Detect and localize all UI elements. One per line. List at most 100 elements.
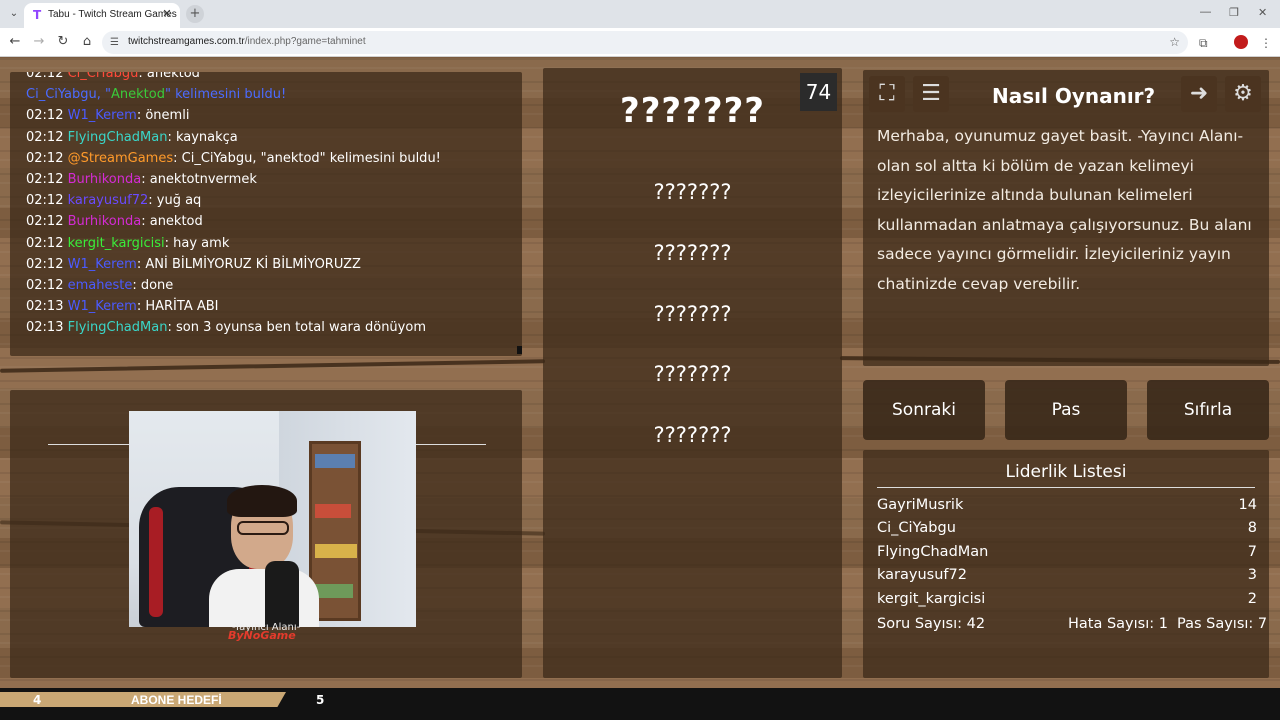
forward-icon[interactable]: → <box>31 34 47 50</box>
profile-avatar-icon[interactable] <box>1234 35 1248 49</box>
exit-icon[interactable]: ➜ <box>1181 76 1217 112</box>
chat-timestamp: 02:12 <box>26 193 64 209</box>
url-bar[interactable]: ☰ twitchstreamgames.com.tr/index.php?gam… <box>102 31 1188 54</box>
taboo-word: ??????? <box>653 362 732 386</box>
site-info-icon[interactable]: ☰ <box>110 36 123 49</box>
back-icon[interactable]: ← <box>7 34 23 50</box>
chat-message: Ci_CiYabgu, "Anektod" kelimesini buldu! <box>26 87 286 102</box>
reset-button[interactable]: Sıfırla <box>1147 380 1269 440</box>
leaderboard-row: kergit_kargicisi 2 <box>877 591 1257 607</box>
chat-username[interactable]: @StreamGames <box>68 151 174 166</box>
browser-tab-strip: ⌄ T Tabu - Twitch Stream Games ✕ + — ❐ ✕ <box>0 0 1280 28</box>
chat-timestamp: 02:12 <box>26 172 64 187</box>
player-name: kergit_kargicisi <box>877 591 986 607</box>
chat-timestamp: 02:13 <box>26 299 64 315</box>
secret-word: ??????? <box>619 91 766 131</box>
cam-microphone <box>265 561 299 627</box>
reload-icon[interactable]: ↻ <box>55 34 71 50</box>
chat-username[interactable]: Ci_CiYabgu <box>68 72 139 81</box>
player-name: FlyingChadMan <box>877 544 989 560</box>
chat-timestamp: 02:12 <box>26 150 64 166</box>
divider <box>416 444 486 445</box>
chat-timestamp: 02:12 <box>26 256 64 272</box>
cam-streamer <box>209 485 319 627</box>
fullscreen-icon[interactable]: ⛶ <box>869 76 905 112</box>
chat-message: 02:12 W1_Kerem: önemli <box>26 108 189 123</box>
player-name: Ci_CiYabgu <box>877 520 956 536</box>
chat-text: : Ci_CiYabgu, "anektod" kelimesini buldu… <box>173 150 441 166</box>
chat-panel[interactable]: 02:13 FlyingChadMan: son 3 oyunsa ben to… <box>10 72 522 356</box>
game-page: 02:13 FlyingChadMan: son 3 oyunsa ben to… <box>0 58 1280 688</box>
extensions-icon[interactable]: ⧉ <box>1199 36 1208 51</box>
chat-username[interactable]: Burhikonda <box>68 214 142 229</box>
tab-search-chevron-icon[interactable]: ⌄ <box>4 4 24 24</box>
chat-timestamp: 02:12 <box>26 278 64 293</box>
how-to-play-panel: ⛶ ☰ Nasıl Oynanır? ➜ ⚙ Merhaba, oyunumuz… <box>863 70 1269 366</box>
taboo-word: ??????? <box>653 241 732 265</box>
chat-username[interactable]: FlyingChadMan <box>68 320 168 335</box>
rules-document-icon[interactable]: ☰ <box>913 76 949 112</box>
chat-text: : anektod <box>138 72 200 81</box>
pass-button[interactable]: Pas <box>1005 380 1127 440</box>
next-button[interactable]: Sonraki <box>863 380 985 440</box>
home-icon[interactable]: ⌂ <box>79 34 95 50</box>
chat-timestamp: 02:12 <box>26 108 64 124</box>
url-text[interactable]: twitchstreamgames.com.tr/index.php?game=… <box>128 36 366 47</box>
bookmark-star-icon[interactable]: ☆ <box>1169 35 1180 49</box>
leaderboard-row: Ci_CiYabgu 8 <box>877 520 1257 536</box>
chat-username[interactable]: FlyingChadMan <box>68 130 168 145</box>
wood-crack <box>0 359 545 373</box>
chat-message: 02:12 kergit_kargicisi: hay amk <box>26 236 229 251</box>
player-score: 8 <box>1247 520 1257 536</box>
word-board: ??????? ??????? ??????? ??????? ??????? … <box>543 68 842 678</box>
found-word: Anektod <box>110 87 165 103</box>
player-name: GayriMusrik <box>877 497 964 513</box>
browser-tab[interactable]: T Tabu - Twitch Stream Games ✕ <box>24 3 180 28</box>
chat-text: : anektod <box>141 214 203 230</box>
minimize-icon[interactable]: — <box>1200 6 1211 18</box>
watermark-logo: ByNoGame <box>228 629 296 642</box>
taboo-word: ??????? <box>653 180 732 204</box>
new-tab-button[interactable]: + <box>186 5 204 23</box>
leaderboard-row: karayusuf72 3 <box>877 567 1257 583</box>
chat-timestamp: 02:12 <box>26 235 64 251</box>
chat-username[interactable]: W1_Kerem <box>68 108 137 123</box>
chat-username[interactable]: Burhikonda <box>68 172 142 187</box>
chat-username[interactable]: kergit_kargicisi <box>68 236 165 251</box>
menu-dots-icon[interactable]: ⋮ <box>1260 36 1272 50</box>
chat-username[interactable]: emaheste <box>68 278 133 293</box>
player-name: karayusuf72 <box>877 567 967 583</box>
window-close-icon[interactable]: ✕ <box>1258 6 1267 19</box>
leaderboard-row: FlyingChadMan 7 <box>877 544 1257 560</box>
chat-text: : HARİTA ABI <box>136 299 219 315</box>
chat-username[interactable]: W1_Kerem <box>68 257 137 272</box>
divider <box>48 444 129 445</box>
chat-timestamp: 02:12 <box>26 129 64 145</box>
how-to-play-title: Nasıl Oynanır? <box>992 84 1156 108</box>
chat-timestamp: 02:12 <box>26 72 64 81</box>
chat-message: 02:12 Burhikonda: anektod <box>26 214 203 229</box>
player-score: 3 <box>1247 567 1257 583</box>
chat-username[interactable]: Ci_CiYabgu, " <box>26 87 111 102</box>
tab-title: Tabu - Twitch Stream Games <box>48 9 177 20</box>
player-score: 7 <box>1247 544 1257 560</box>
chat-username[interactable]: karayusuf72 <box>68 193 149 208</box>
tab-close-icon[interactable]: ✕ <box>160 7 174 20</box>
subscription-target: 5 <box>316 693 325 707</box>
chat-text: : kaynakça <box>167 129 238 145</box>
error-count: Hata Sayısı: 1 <box>1068 616 1168 632</box>
leaderboard-title: Liderlik Listesi <box>1005 462 1127 482</box>
chat-message: 02:12 Burhikonda: anektotnvermek <box>26 172 257 187</box>
restore-icon[interactable]: ❐ <box>1229 6 1239 19</box>
twitch-favicon-icon: T <box>33 8 42 22</box>
taboo-word: ??????? <box>653 302 732 326</box>
chat-text: : son 3 oyunsa ben total wara dönüyom <box>167 320 426 336</box>
leaderboard-panel: Liderlik Listesi GayriMusrik 14 Ci_CiYab… <box>863 450 1269 678</box>
chat-text: : yuğ aq <box>148 193 202 209</box>
chat-message: 02:12 Ci_CiYabgu: anektod <box>26 72 200 81</box>
leaderboard-row: GayriMusrik 14 <box>877 497 1257 513</box>
chat-username[interactable]: W1_Kerem <box>68 299 137 314</box>
settings-gear-icon[interactable]: ⚙ <box>1225 76 1261 112</box>
chat-text: " kelimesini buldu! <box>164 87 287 103</box>
chat-scrollbar[interactable] <box>517 346 522 354</box>
